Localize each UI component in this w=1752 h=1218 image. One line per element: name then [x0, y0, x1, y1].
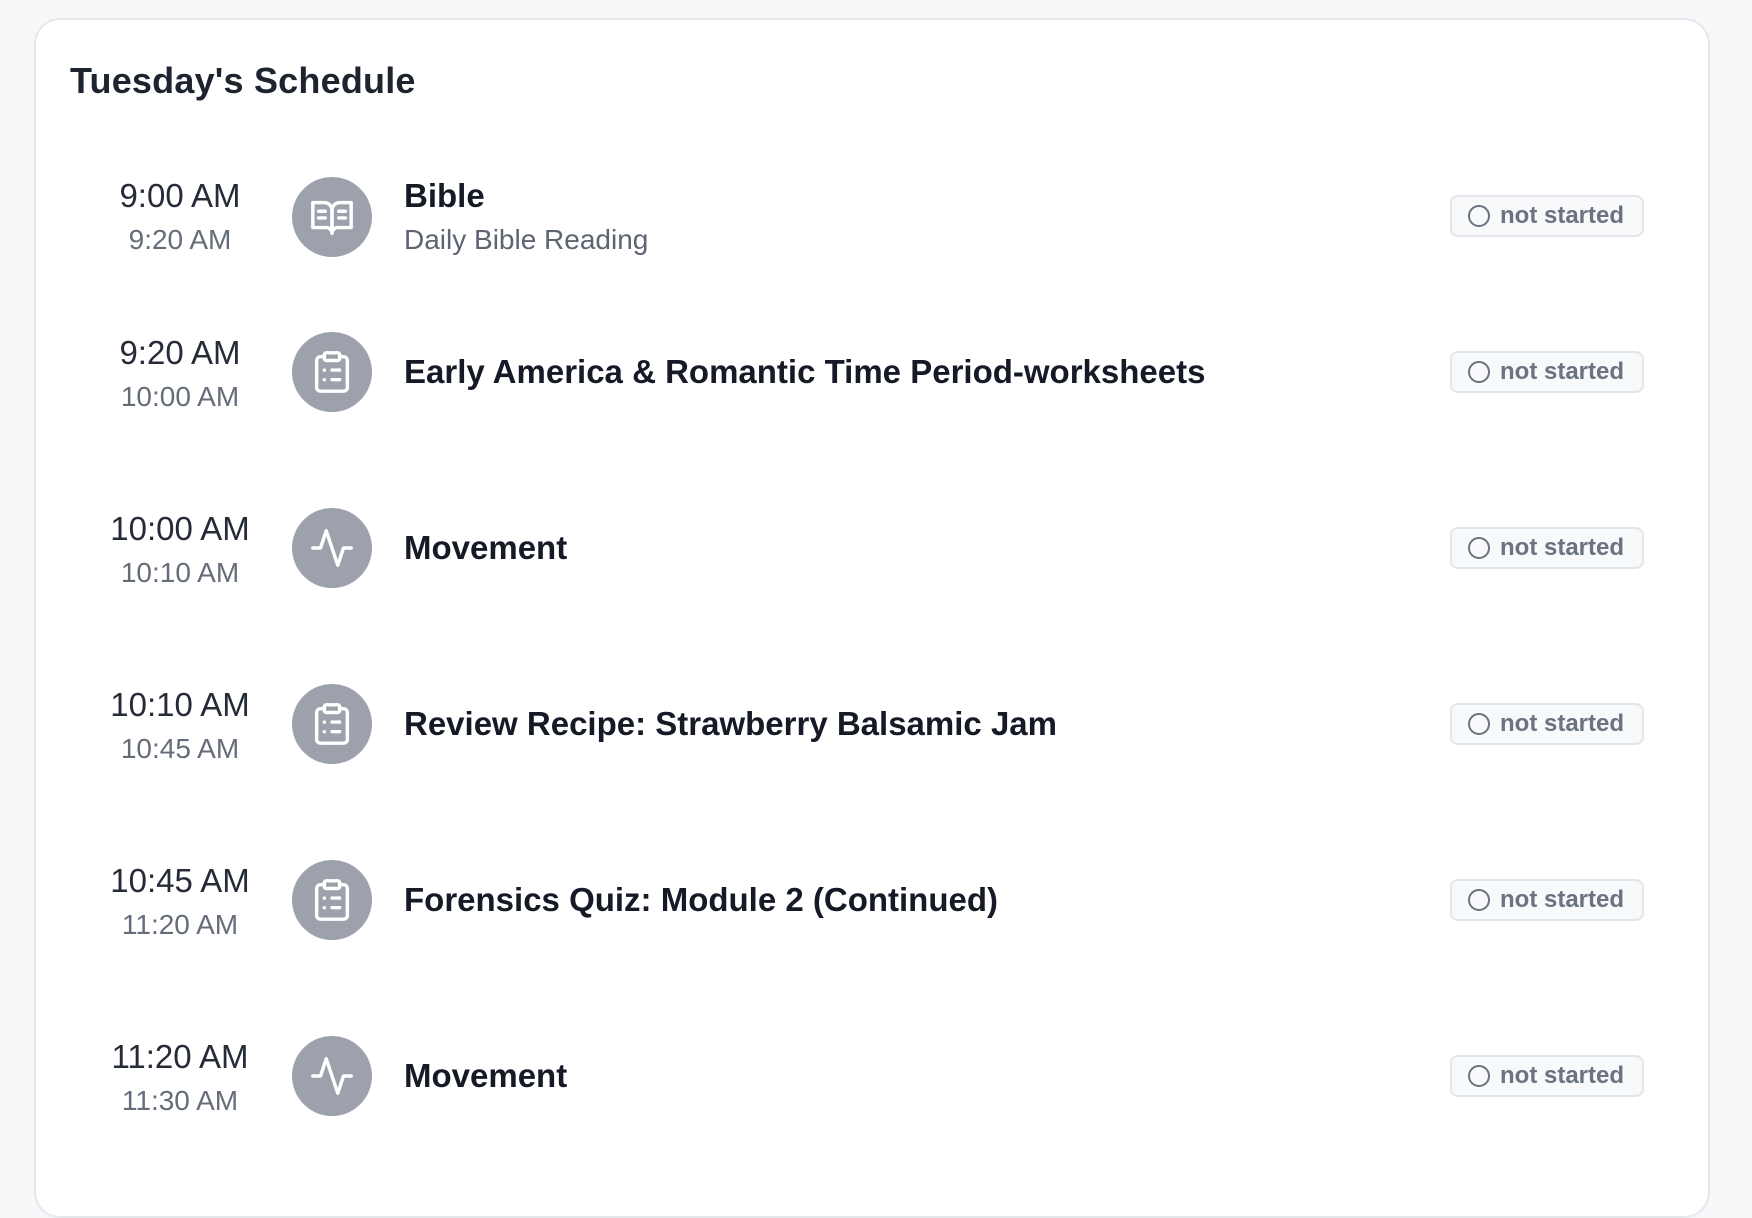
item-info: Review Recipe: Strawberry Balsamic Jam — [404, 702, 1488, 746]
clipboard-list-icon — [292, 860, 372, 940]
end-time: 11:30 AM — [121, 1085, 239, 1116]
activity-icon — [292, 508, 372, 588]
schedule-item[interactable]: 10:45 AM 11:20 AM Forensics Quiz: Module… — [36, 860, 1708, 998]
status-button[interactable]: not started — [1450, 879, 1644, 921]
circle-icon — [1468, 205, 1490, 227]
item-title: Bible — [404, 177, 485, 214]
item-title: Early America & Romantic Time Period-wor… — [404, 353, 1206, 390]
schedule-item[interactable]: 11:20 AM 11:30 AM Movement not started — [36, 1036, 1708, 1174]
schedule-item[interactable]: 10:00 AM 10:10 AM Movement not started — [36, 508, 1708, 646]
schedule-item[interactable]: 10:10 AM 10:45 AM Review Recipe: Strawbe… — [36, 684, 1708, 822]
status-label: not started — [1500, 886, 1625, 913]
time-range: 11:20 AM 11:30 AM — [80, 1035, 280, 1123]
end-time: 10:45 AM — [120, 733, 240, 764]
time-range: 10:45 AM 11:20 AM — [80, 859, 280, 947]
schedule-item[interactable]: 9:20 AM 10:00 AM Early America & Romanti… — [36, 332, 1708, 470]
item-info: Early America & Romantic Time Period-wor… — [404, 350, 1488, 394]
schedule-item[interactable]: 9:00 AM 9:20 AM Bible Daily Bible Readin… — [36, 174, 1708, 294]
circle-icon — [1468, 537, 1490, 559]
start-time: 9:20 AM — [119, 334, 241, 371]
status-label: not started — [1500, 710, 1625, 737]
end-time: 10:10 AM — [120, 557, 240, 588]
status-button[interactable]: not started — [1450, 351, 1644, 393]
status-button[interactable]: not started — [1450, 527, 1644, 569]
start-time: 10:45 AM — [110, 862, 250, 899]
status-label: not started — [1500, 358, 1625, 385]
schedule-card: Tuesday's Schedule 9:00 AM 9:20 AM Bible… — [34, 18, 1710, 1218]
end-time: 11:20 AM — [121, 909, 239, 940]
item-info: Movement — [404, 526, 1488, 570]
start-time: 10:00 AM — [110, 510, 250, 547]
circle-icon — [1468, 889, 1490, 911]
time-range: 9:20 AM 10:00 AM — [80, 331, 280, 419]
circle-icon — [1468, 1065, 1490, 1087]
start-time: 10:10 AM — [110, 686, 250, 723]
status-button[interactable]: not started — [1450, 195, 1644, 237]
page-title: Tuesday's Schedule — [70, 60, 416, 101]
item-info: Movement — [404, 1054, 1488, 1098]
item-title: Review Recipe: Strawberry Balsamic Jam — [404, 705, 1057, 742]
item-subtitle: Daily Bible Reading — [404, 224, 649, 255]
end-time: 10:00 AM — [120, 381, 240, 412]
item-info: Bible Daily Bible Reading — [404, 174, 1488, 262]
status-label: not started — [1500, 534, 1625, 561]
status-button[interactable]: not started — [1450, 703, 1644, 745]
end-time: 9:20 AM — [128, 224, 232, 255]
item-info: Forensics Quiz: Module 2 (Continued) — [404, 878, 1488, 922]
book-open-icon — [292, 177, 372, 257]
item-title: Movement — [404, 529, 568, 566]
circle-icon — [1468, 361, 1490, 383]
time-range: 10:00 AM 10:10 AM — [80, 507, 280, 595]
clipboard-list-icon — [292, 684, 372, 764]
start-time: 9:00 AM — [119, 177, 241, 214]
status-label: not started — [1500, 1062, 1625, 1089]
status-label: not started — [1500, 202, 1625, 229]
item-title: Forensics Quiz: Module 2 (Continued) — [404, 881, 998, 918]
circle-icon — [1468, 713, 1490, 735]
start-time: 11:20 AM — [111, 1038, 249, 1075]
time-range: 10:10 AM 10:45 AM — [80, 683, 280, 771]
time-range: 9:00 AM 9:20 AM — [80, 174, 280, 262]
status-button[interactable]: not started — [1450, 1055, 1644, 1097]
activity-icon — [292, 1036, 372, 1116]
item-title: Movement — [404, 1057, 568, 1094]
clipboard-list-icon — [292, 332, 372, 412]
